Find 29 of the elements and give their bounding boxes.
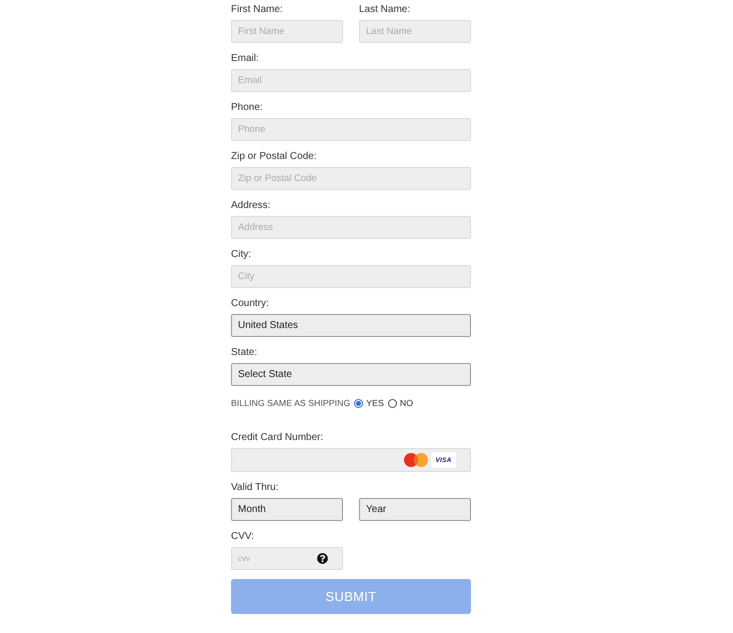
field-label: CVV:: [231, 530, 255, 544]
field-label: Address:: [231, 199, 272, 213]
dropdown-select[interactable]: United States: [231, 314, 471, 337]
text-input-field[interactable]: Email: [231, 69, 471, 92]
help-icon: [317, 553, 328, 564]
dropdown-select[interactable]: Year: [359, 498, 471, 521]
field-label: First Name:: [231, 3, 284, 17]
text-input-field[interactable]: First Name: [231, 20, 343, 43]
field-label: Credit Card Number:: [231, 431, 324, 445]
field-label: Email:: [231, 52, 260, 66]
field-label: City:: [231, 248, 252, 262]
field-label: Zip or Postal Code:: [231, 150, 318, 164]
dropdown-select[interactable]: Month: [231, 498, 343, 521]
radio-option[interactable]: NO: [388, 398, 414, 408]
field-label: Country:: [231, 297, 270, 311]
field-label: State:: [231, 346, 258, 360]
text-input-field[interactable]: City: [231, 265, 471, 288]
cvv-field[interactable]: cvv: [231, 547, 343, 570]
radio-option[interactable]: YES: [354, 398, 384, 408]
text-input-field[interactable]: Last Name: [359, 20, 471, 43]
field-label: Valid Thru:: [231, 481, 280, 495]
dropdown-select[interactable]: Select State: [231, 363, 471, 386]
text-input-field[interactable]: Address: [231, 216, 471, 239]
field-label: Phone:: [231, 101, 264, 115]
mastercard-logo: [404, 453, 428, 467]
text-input-field[interactable]: Zip or Postal Code: [231, 167, 471, 190]
field-label: Last Name:: [359, 3, 412, 17]
billing-question-text: BILLING SAME AS SHIPPING: [231, 398, 350, 408]
text-input-field[interactable]: Phone: [231, 118, 471, 141]
